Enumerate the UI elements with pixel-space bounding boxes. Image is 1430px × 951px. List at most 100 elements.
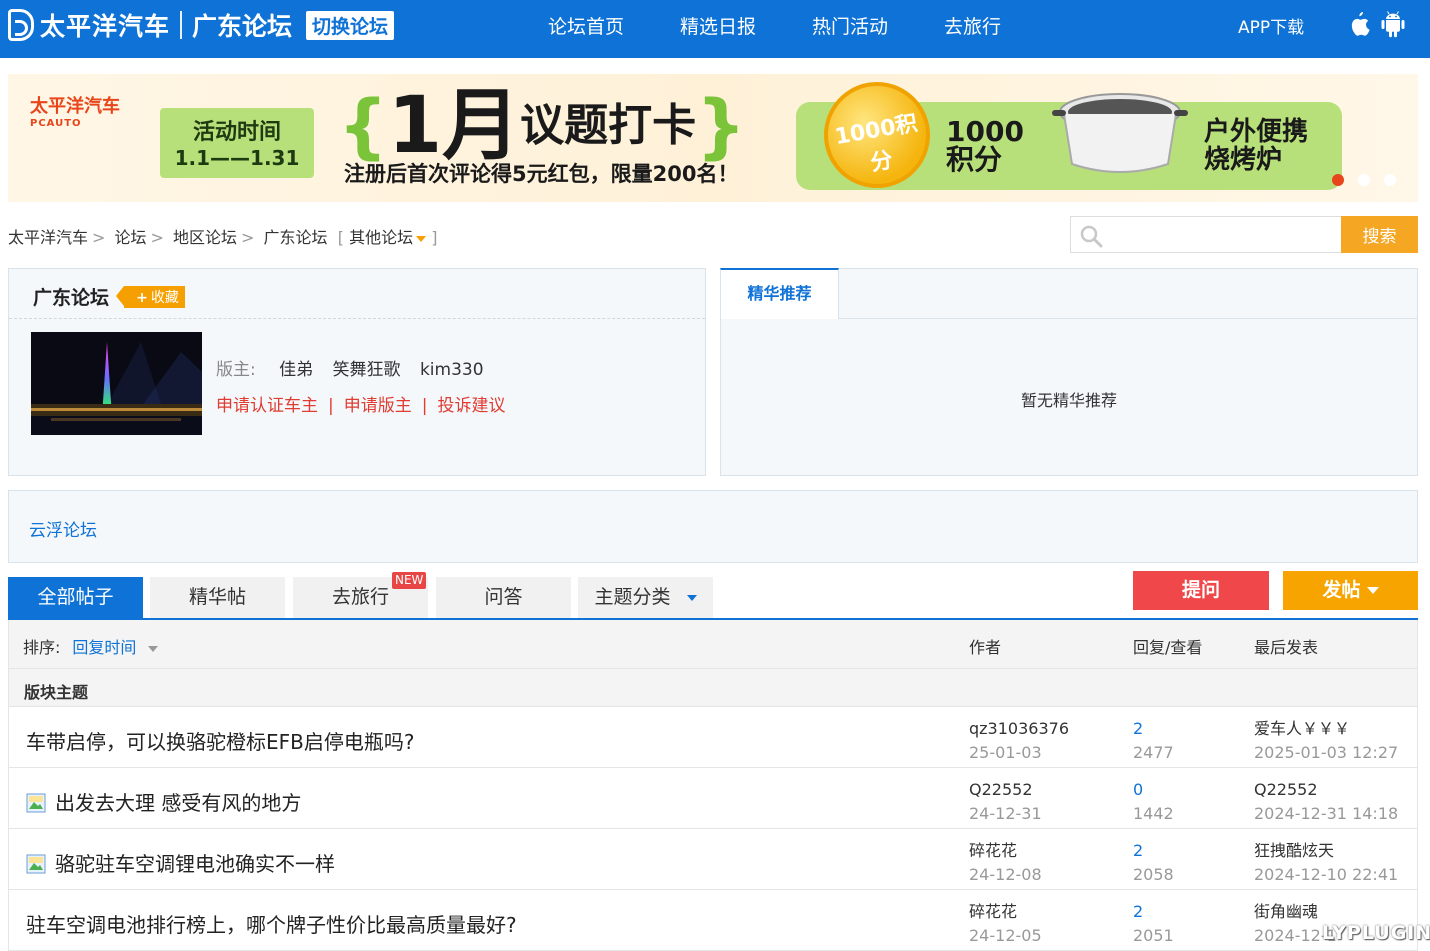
logo-text: 太平洋汽车 bbox=[40, 12, 171, 41]
topic-stats: 0 1442 bbox=[1133, 778, 1174, 826]
view-count: 1442 bbox=[1133, 804, 1174, 823]
list-header: 排序: 回复时间 作者 回复/查看 最后发表 bbox=[8, 620, 1418, 668]
moderator-link[interactable]: 笑舞狂歌 bbox=[333, 360, 401, 380]
tab-recommend[interactable]: 精华推荐 bbox=[720, 268, 839, 319]
reply-count: 2 bbox=[1133, 841, 1144, 860]
moderator-link[interactable]: 佳弟 bbox=[279, 360, 313, 380]
table-row[interactable]: 车带启停，可以换骆驼橙标EFB启停电瓶吗? qz31036376 25-01-03 2… bbox=[8, 707, 1418, 768]
chevron-down-icon bbox=[1366, 587, 1379, 594]
sort-label: 排序: bbox=[23, 638, 61, 657]
switch-forum-button[interactable]: 切换论坛 bbox=[306, 10, 395, 40]
tab-all-posts[interactable]: 全部帖子 bbox=[8, 577, 143, 618]
moderator-link[interactable]: kim330 bbox=[420, 360, 484, 380]
last-poster-link[interactable]: 爱车人￥￥￥ bbox=[1254, 719, 1350, 738]
topic-last-post: Q22552 2024-12-31 14:18 bbox=[1254, 778, 1398, 826]
app-download-link[interactable]: APP下载 bbox=[1238, 13, 1304, 38]
chevron-down-icon bbox=[148, 645, 159, 652]
author-link[interactable]: Q22552 bbox=[969, 780, 1033, 799]
forum-actions: 申请认证车主 | 申请版主 | 投诉建议 bbox=[216, 396, 506, 416]
topic-title-link[interactable]: 骆驼驻车空调锂电池确实不一样 bbox=[26, 848, 335, 877]
view-count: 2477 bbox=[1133, 743, 1174, 762]
apple-icon[interactable] bbox=[1348, 11, 1370, 37]
crumb-region[interactable]: 地区论坛 bbox=[173, 228, 237, 247]
topic-stats: 2 2477 bbox=[1133, 717, 1174, 765]
moderator-label: 版主: bbox=[216, 360, 256, 380]
nav-daily[interactable]: 精选日报 bbox=[680, 12, 756, 39]
author-link[interactable]: 碎花花 bbox=[969, 841, 1017, 860]
forum-info-panel: 广东论坛 + 收藏 版主: 佳弟 笑舞狂歌 kim330 申请认证车主 | 申请版主 |… bbox=[8, 268, 706, 476]
android-icon[interactable] bbox=[1381, 10, 1405, 38]
reply-count: 0 bbox=[1133, 780, 1144, 799]
topic-date: 25-01-03 bbox=[969, 743, 1042, 762]
section-header: 版块主题 bbox=[8, 668, 1418, 707]
topic-title-link[interactable]: 驻车空调电池排行榜上，哪个牌子性价比最高质量最好? bbox=[26, 909, 517, 938]
topic-title-link[interactable]: 出发去大理 感受有风的地方 bbox=[26, 787, 301, 816]
crumb-guangdong[interactable]: 广东论坛 bbox=[264, 228, 328, 247]
watermark: LYPLUGIN bbox=[1322, 922, 1430, 944]
nav-events[interactable]: 热门活动 bbox=[812, 12, 888, 39]
top-nav: 论坛首页 精选日报 热门活动 去旅行 bbox=[548, 12, 1057, 39]
last-post-time: 2025-01-03 12:27 bbox=[1254, 743, 1399, 762]
nav-travel[interactable]: 去旅行 bbox=[944, 12, 1001, 39]
logo-divider bbox=[180, 11, 183, 39]
view-count: 2058 bbox=[1133, 865, 1174, 884]
chevron-down-icon bbox=[686, 594, 697, 601]
table-row[interactable]: 驻车空调电池排行榜上，哪个牌子性价比最高质量最好? 碎花花 24-12-05 2 205… bbox=[8, 890, 1418, 951]
banner-dot-1[interactable] bbox=[1332, 174, 1344, 186]
table-row[interactable]: 骆驼驻车空调锂电池确实不一样 碎花花 24-12-08 2 2058 狂拽酷炫天 2024-… bbox=[8, 829, 1418, 890]
last-post-time: 2024-12-31 14:18 bbox=[1254, 804, 1399, 823]
last-poster-link[interactable]: 狂拽酷炫天 bbox=[1254, 841, 1334, 860]
search-button[interactable]: 搜索 bbox=[1341, 216, 1418, 253]
nav-forum-home[interactable]: 论坛首页 bbox=[548, 12, 624, 39]
col-author: 作者 bbox=[969, 638, 1002, 657]
promo-banner[interactable]: 太平洋汽车 PCAUTO 活动时间 1.1——1.31 {1月议题打卡} 注册后… bbox=[8, 74, 1418, 202]
crumb-forum[interactable]: 论坛 bbox=[115, 228, 147, 247]
pcauto-logo-icon bbox=[8, 9, 34, 41]
col-replies: 回复/查看 bbox=[1133, 638, 1203, 657]
new-post-button[interactable]: 发帖 bbox=[1283, 571, 1418, 610]
banner-dot-2[interactable] bbox=[1358, 174, 1370, 186]
forum-info-title: 广东论坛 bbox=[33, 287, 110, 309]
topic-author: qz31036376 25-01-03 bbox=[969, 717, 1069, 765]
apply-owner-link[interactable]: 申请认证车主 bbox=[216, 396, 318, 416]
banner-dot-3[interactable] bbox=[1384, 174, 1396, 186]
topic-author: 碎花花 24-12-08 bbox=[969, 839, 1042, 887]
site-logo[interactable]: 太平洋汽车 广东论坛 切换论坛 bbox=[8, 6, 395, 44]
author-link[interactable]: 碎花花 bbox=[969, 902, 1017, 921]
topic-last-post: 爱车人￥￥￥ 2025-01-03 12:27 bbox=[1254, 717, 1398, 765]
tab-qa[interactable]: 问答 bbox=[436, 577, 571, 618]
search-box bbox=[1070, 216, 1342, 253]
subforum-panel: 云浮论坛 bbox=[8, 490, 1418, 563]
sort-dropdown[interactable]: 回复时间 bbox=[72, 638, 159, 657]
favorite-button[interactable]: + 收藏 bbox=[116, 285, 185, 308]
topic-stats: 2 2058 bbox=[1133, 839, 1174, 887]
recommend-tabs: 精华推荐 bbox=[720, 268, 1417, 319]
crumb-pcauto[interactable]: 太平洋汽车 bbox=[8, 228, 88, 247]
top-bar: 太平洋汽车 广东论坛 切换论坛 论坛首页 精选日报 热门活动 去旅行 APP下载 bbox=[0, 0, 1430, 58]
last-poster-link[interactable]: 街角幽魂 bbox=[1254, 902, 1318, 921]
forum-info-header: 广东论坛 + 收藏 bbox=[9, 269, 705, 319]
last-poster-link[interactable]: Q22552 bbox=[1254, 780, 1318, 799]
topic-date: 24-12-08 bbox=[969, 865, 1042, 884]
apply-moderator-link[interactable]: 申请版主 bbox=[344, 396, 412, 416]
forum-cover-image bbox=[31, 332, 202, 435]
topic-author: Q22552 24-12-31 bbox=[969, 778, 1042, 826]
search-input[interactable] bbox=[1111, 221, 1335, 249]
banner-brand: 太平洋汽车 PCAUTO bbox=[30, 96, 120, 129]
other-forums-dropdown[interactable]: 其他论坛 bbox=[349, 228, 427, 247]
table-row[interactable]: 出发去大理 感受有风的地方 Q22552 24-12-31 0 1442 Q22552 20… bbox=[8, 768, 1418, 829]
tab-category[interactable]: 主题分类 bbox=[578, 577, 713, 618]
reply-count: 2 bbox=[1133, 902, 1144, 921]
banner-pager bbox=[1332, 174, 1396, 186]
tab-essence[interactable]: 精华帖 bbox=[150, 577, 285, 618]
topic-title-link[interactable]: 车带启停，可以换骆驼橙标EFB启停电瓶吗? bbox=[26, 726, 414, 755]
topic-date: 24-12-31 bbox=[969, 804, 1042, 823]
subforum-link[interactable]: 云浮论坛 bbox=[29, 516, 97, 541]
topic-stats: 2 2051 bbox=[1133, 900, 1174, 948]
topic-author: 碎花花 24-12-05 bbox=[969, 900, 1042, 948]
new-badge: NEW bbox=[392, 572, 427, 589]
ask-button[interactable]: 提问 bbox=[1133, 571, 1269, 610]
complaint-link[interactable]: 投诉建议 bbox=[437, 396, 505, 416]
author-link[interactable]: qz31036376 bbox=[969, 719, 1069, 738]
view-count: 2051 bbox=[1133, 926, 1174, 945]
